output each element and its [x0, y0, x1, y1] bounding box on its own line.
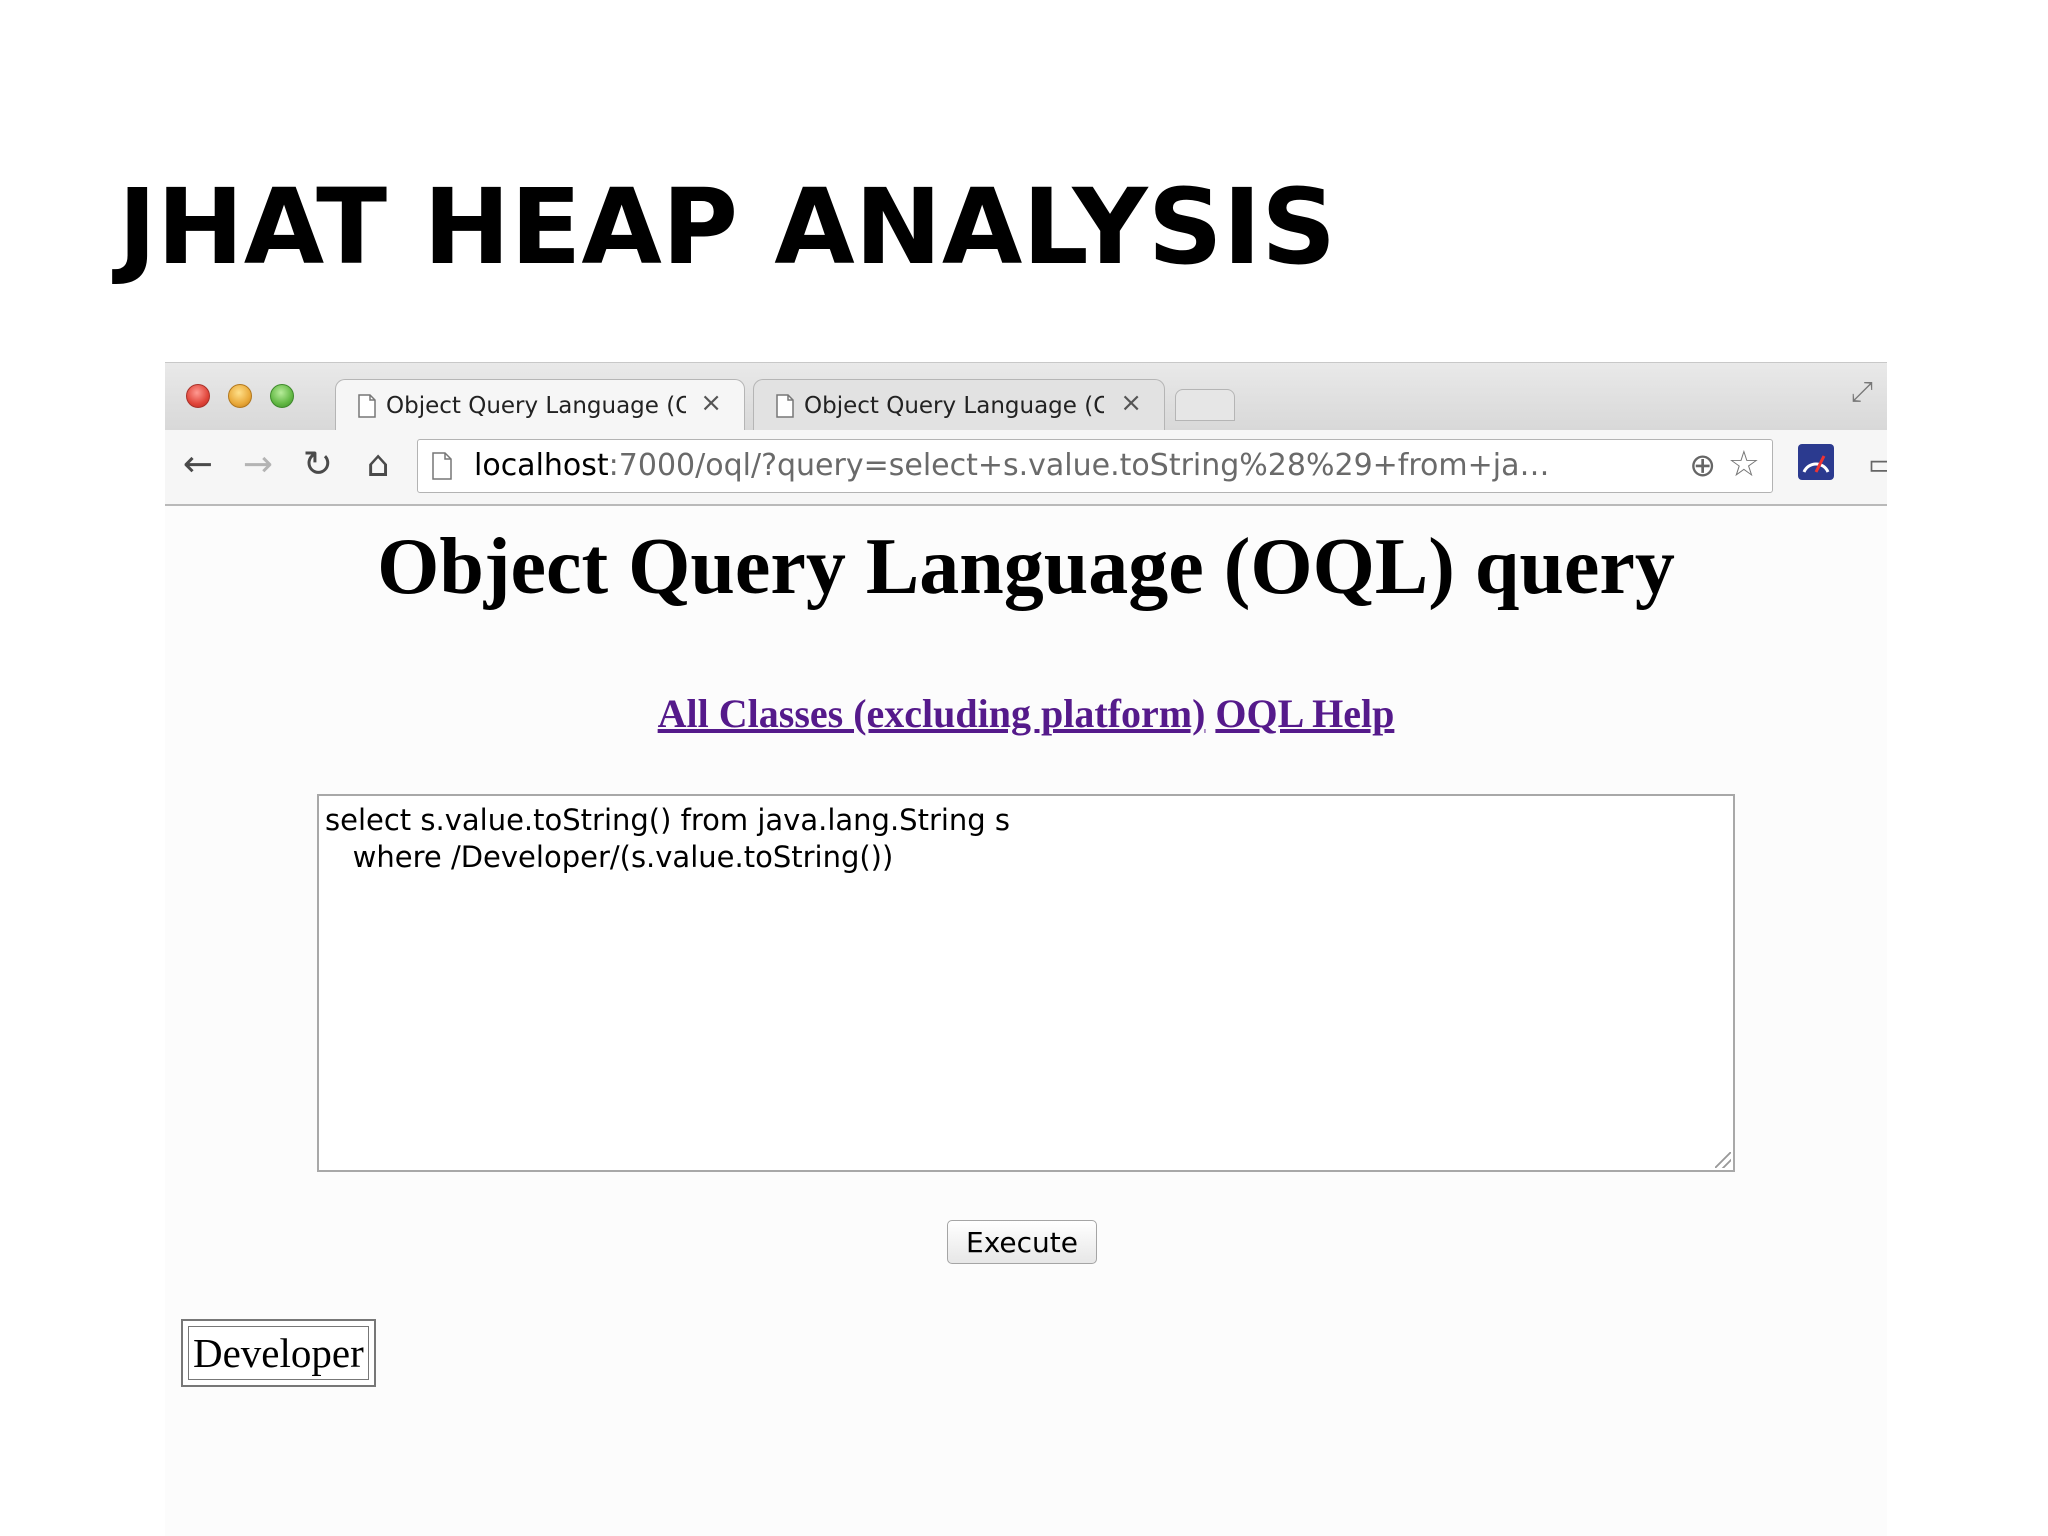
back-icon[interactable]: ← — [175, 440, 221, 490]
address-bar[interactable]: localhost:7000/oql/?query=select+s.value… — [417, 439, 1773, 493]
page-icon — [358, 393, 376, 418]
bookmark-star-icon[interactable]: ☆ — [1728, 444, 1760, 485]
resize-grip[interactable] — [1715, 1152, 1731, 1168]
url-host: localhost — [474, 448, 609, 483]
page-icon — [432, 452, 452, 480]
page-icon — [776, 393, 794, 418]
close-icon[interactable]: × — [700, 388, 722, 418]
page-heading: Object Query Language (OQL) query — [377, 523, 1675, 611]
fullscreen-icon[interactable]: ⤢ — [1851, 375, 1873, 409]
tab-label: Object Query Language (O — [804, 392, 1104, 419]
execute-button[interactable]: Execute — [947, 1220, 1097, 1264]
tab-label: Object Query Language (O — [386, 392, 686, 419]
browser-window: Object Query Language (O × Object Query … — [165, 362, 1887, 1536]
page-links: All Classes (excluding platform) OQL Hel… — [165, 690, 1887, 737]
oql-help-link[interactable]: OQL Help — [1215, 691, 1394, 736]
result-cell: Developer — [188, 1326, 369, 1380]
url-path: :7000/oql/?query=select+s.value.toString… — [608, 448, 1550, 483]
speedometer-extension-icon[interactable] — [1793, 442, 1839, 488]
table-row: Developer — [188, 1326, 369, 1380]
zoom-window-button[interactable] — [270, 384, 294, 408]
tab-bar: Object Query Language (O × Object Query … — [165, 362, 1887, 431]
slide-title: JHAT HEAP ANALYSIS — [118, 166, 1337, 288]
reload-icon[interactable]: ↻ — [295, 440, 341, 490]
new-tab-button[interactable] — [1175, 389, 1235, 421]
close-window-button[interactable] — [186, 384, 210, 408]
results-table: Developer — [181, 1319, 376, 1387]
minimize-window-button[interactable] — [228, 384, 252, 408]
forward-icon[interactable]: → — [235, 440, 281, 490]
zoom-icon[interactable]: ⊕ — [1689, 446, 1716, 484]
address-url[interactable]: localhost:7000/oql/?query=select+s.value… — [474, 440, 1654, 492]
all-classes-link[interactable]: All Classes (excluding platform) — [658, 691, 1206, 736]
tab-oql-inactive[interactable]: Object Query Language (O × — [753, 379, 1165, 431]
browser-toolbar: ← → ↻ ⌂ localhost:7000/oql/?query=select… — [165, 430, 1887, 506]
close-icon[interactable]: × — [1120, 388, 1142, 418]
tab-oql-active[interactable]: Object Query Language (O × — [335, 379, 745, 431]
oql-query-input[interactable]: select s.value.toString() from java.lang… — [317, 794, 1735, 1172]
home-icon[interactable]: ⌂ — [355, 440, 401, 490]
cast-icon[interactable]: ▭ — [1859, 442, 1887, 488]
speedometer-icon — [1798, 444, 1834, 480]
